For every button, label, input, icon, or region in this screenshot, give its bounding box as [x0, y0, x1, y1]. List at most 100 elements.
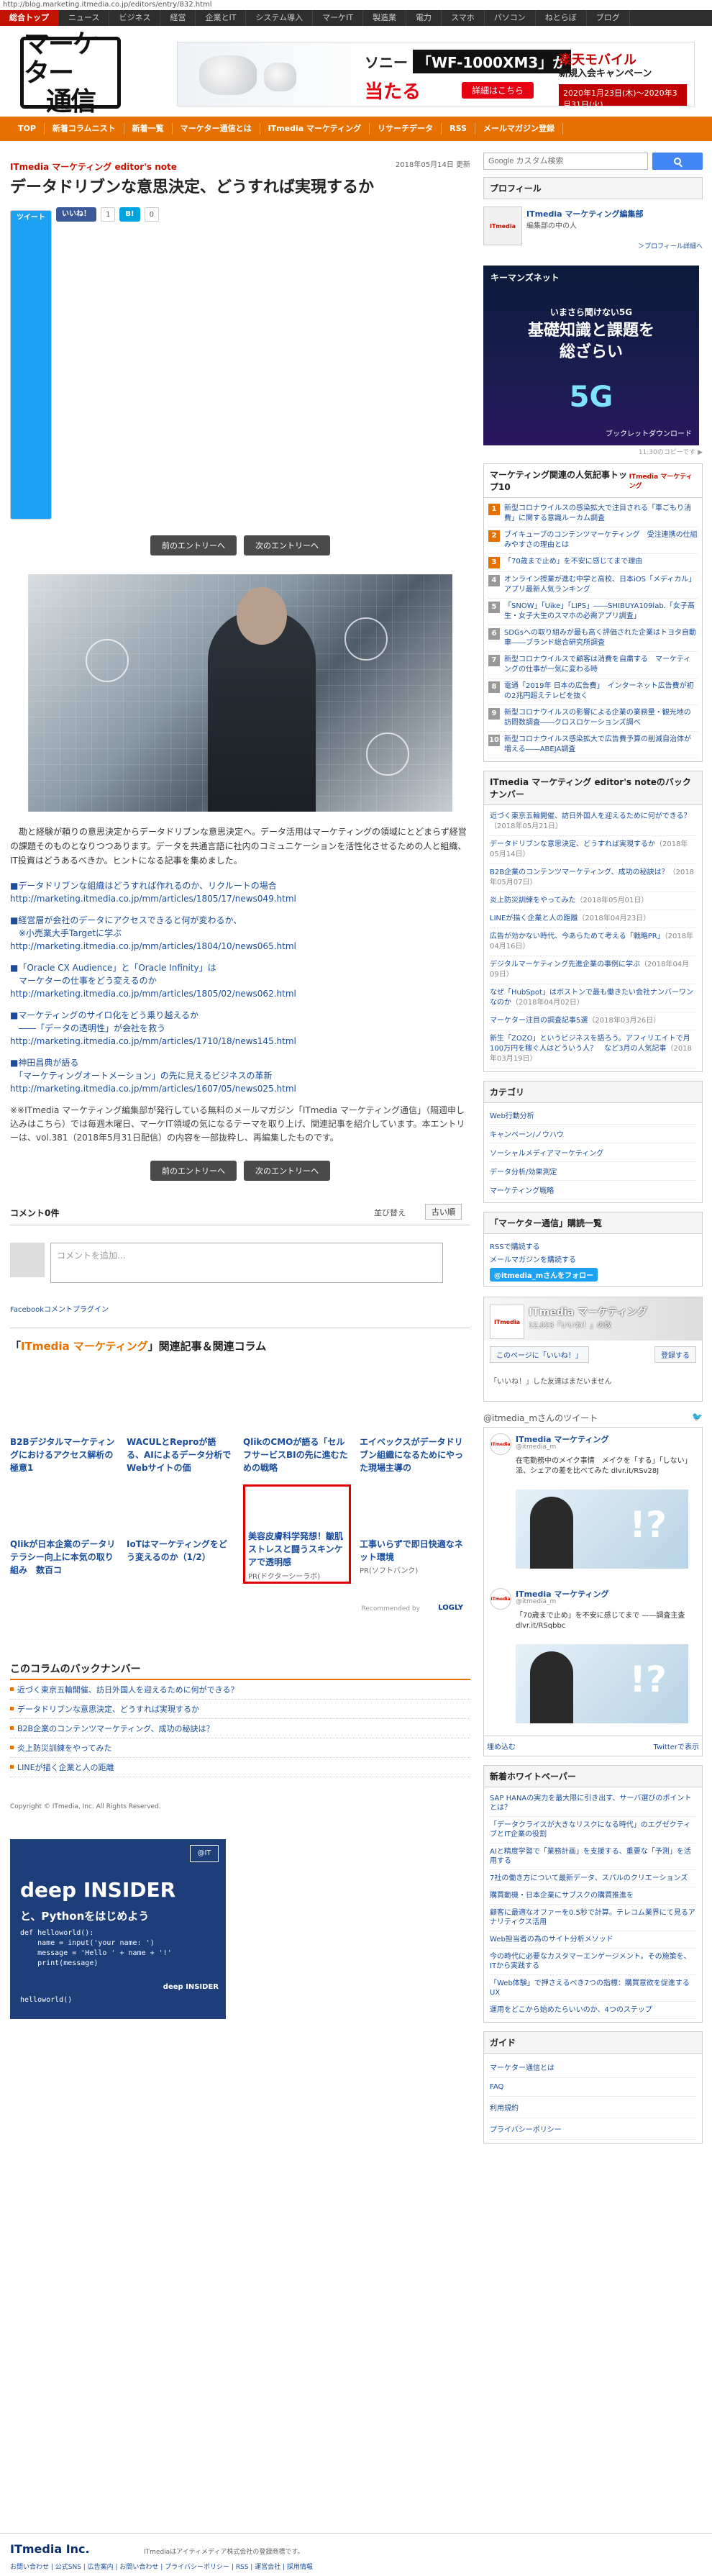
- hatena-button[interactable]: B!: [119, 207, 140, 222]
- top-nav-item[interactable]: 経営: [160, 10, 196, 26]
- article-link-url[interactable]: http://marketing.itmedia.co.jp/mm/articl…: [10, 941, 296, 951]
- cat-nav-item[interactable]: TOP: [10, 123, 45, 135]
- backnumber-item[interactable]: LINEが描く企業と人の距離: [10, 1758, 470, 1777]
- sidebar-backnumber-item[interactable]: データドリブンな意思決定、どうすれば実現するか（2018年05月14日）: [490, 836, 696, 864]
- sidebar-backnumber-item[interactable]: なぜ「HubSpot」はボストンで最も働きたい会社ナンバーワンなのか（2018年…: [490, 984, 696, 1012]
- ranking-item[interactable]: 8 電通「2019年 日本の広告費」 インターネット広告費が初の2兆円超えテレビを…: [488, 679, 698, 705]
- ranking-item[interactable]: 7 新型コロナウイルスで顧客は消費を自粛する マーケティングの仕事が一気に変わる時: [488, 652, 698, 679]
- twitter-follow-button[interactable]: @itmedia_mさんをフォロー: [490, 1268, 598, 1282]
- backnumber-item[interactable]: B2B企業のコンテンツマーケティング、成功の秘訣は？: [10, 1719, 470, 1738]
- related-item[interactable]: QlikのCMOが語る「セルフサービスBIの先に進むための戦略: [243, 1436, 350, 1474]
- article-link-url[interactable]: http://marketing.itmedia.co.jp/mm/articl…: [10, 1036, 296, 1046]
- site-logo[interactable]: マーケター 通信: [20, 30, 121, 116]
- related-item[interactable]: エイベックスがデータドリブン組織になるためにやった現場主導の: [360, 1436, 466, 1474]
- related-item[interactable]: IoTはマーケティングをどう変えるのか（1/2）: [127, 1538, 233, 1564]
- top-nav-item[interactable]: 製造業: [363, 10, 407, 26]
- profile-name[interactable]: ITmedia マーケティング編集部: [526, 208, 644, 219]
- whitepaper-item[interactable]: 運用をどこから始めたらいいのか、4つのステップ: [490, 2002, 696, 2019]
- related-item[interactable]: Qlikが日本企業のデータリテラシー向上に本気の取り組み 数百コ: [10, 1538, 117, 1577]
- sidebar-backnumber-item[interactable]: 炎上防災訓練をやってみた（2018年05月01日）: [490, 892, 696, 910]
- embed-link[interactable]: 埋め込む: [487, 1741, 516, 1751]
- related-item[interactable]: WACULとReproが語る、AIによるデータ分析でWebサイトの価: [127, 1436, 233, 1474]
- search-input[interactable]: [483, 153, 648, 170]
- top-nav-item[interactable]: パソコン: [485, 10, 536, 26]
- article-link-title[interactable]: ■データドリブンな組織はどうすれば作れるのか、リクルートの場合: [10, 881, 277, 891]
- sidebar-backnumber-item[interactable]: LINEが描く企業と人の距離（2018年04月23日）: [490, 910, 696, 928]
- cat-nav-item[interactable]: RSS: [442, 123, 475, 135]
- article-link-title[interactable]: ■マーケティングのサイロ化をどう乗り越えるか: [10, 1010, 198, 1020]
- top-nav-item[interactable]: マーケIT: [313, 10, 364, 26]
- guide-item[interactable]: FAQ: [490, 2078, 696, 2097]
- cat-nav-item[interactable]: 新着一覧: [124, 123, 173, 135]
- next-entry-button[interactable]: 次のエントリーへ: [244, 535, 330, 555]
- related-item[interactable]: 工事いらずで即日快適なネット環境 PR(ソフトバンク): [360, 1538, 466, 1578]
- sidebar-backnumber-item[interactable]: 広告が効かない時代、今あらためて考える「戦略PR」（2018年04月16日）: [490, 928, 696, 956]
- sort-select[interactable]: 古い順: [425, 1204, 462, 1220]
- whitepaper-item[interactable]: 「Web体験」で押さえるべき7つの指標：購買意欲を促進するUX: [490, 1975, 696, 2002]
- category-item[interactable]: マーケティング戦略: [490, 1181, 696, 1199]
- ranking-item[interactable]: 9 新型コロナウイルスの影響による企業の業務量・観光地の訪問数調査――クロスロケー…: [488, 705, 698, 732]
- ranking-item[interactable]: 2 ブイキューブのコンテンツマーケティング 受注連携の仕組みやすさの理由とは: [488, 527, 698, 554]
- ranking-item[interactable]: 6 SDGsへの取り組みが最も高く評価された企業はトヨタ自動車――ブランド総合研究…: [488, 625, 698, 652]
- ranking-item[interactable]: 1 新型コロナウイルスの感染拡大で注目される「車ごもり消費」に関する意識ルーカム調…: [488, 501, 698, 527]
- whitepaper-item[interactable]: 今の時代に必要なカスタマーエンゲージメント。その施策を、ITから実践する: [490, 1949, 696, 1975]
- search-button[interactable]: [652, 153, 703, 170]
- top-nav-item[interactable]: スマホ: [442, 10, 485, 26]
- backnumber-item[interactable]: データドリブンな意思決定、どうすれば実現するか: [10, 1700, 470, 1719]
- next-entry-button[interactable]: 次のエントリーへ: [244, 1161, 330, 1181]
- backnumber-item[interactable]: 炎上防災訓練をやってみた: [10, 1738, 470, 1758]
- top-nav-item[interactable]: システム導入: [246, 10, 314, 26]
- comment-input[interactable]: コメントを追加...: [50, 1243, 443, 1283]
- sidebar-backnumber-item[interactable]: B2B企業のコンテンツマーケティング、成功の秘訣は？（2018年05月07日）: [490, 864, 696, 892]
- prev-entry-button[interactable]: 前のエントリーへ: [150, 535, 237, 555]
- keymans-ad[interactable]: キーマンズネット いまさら聞けない5G 基礎知識と課題を 総ざらい 5G ブック…: [483, 266, 699, 445]
- whitepaper-item[interactable]: 7社の働き方について最新データ、スパルのクリエーションズ: [490, 1870, 696, 1887]
- top-nav-item[interactable]: 企業とIT: [196, 10, 247, 26]
- top-nav-item[interactable]: 総合トップ: [0, 10, 59, 26]
- article-link-url[interactable]: http://marketing.itmedia.co.jp/mm/articl…: [10, 894, 296, 904]
- related-item[interactable]: B2Bデジタルマーケティングにおけるアクセス解析の極意1: [10, 1436, 117, 1474]
- sidebar-backnumber-item[interactable]: 近づく東京五輪開催、訪日外国人を迎えるために何ができる？（2018年05月21日…: [490, 808, 696, 836]
- footer-links[interactable]: お問い合わせ | 公式SNS | 広告案内 | お問い合わせ | プライバシーポ…: [10, 2562, 702, 2571]
- tweet-image[interactable]: !?: [516, 1644, 688, 1723]
- category-item[interactable]: ソーシャルメディアマーケティング: [490, 1143, 696, 1162]
- tweet-image[interactable]: !?: [516, 1489, 688, 1569]
- profile-more-link[interactable]: ＞プロフィール詳細へ: [638, 241, 703, 250]
- top-nav-item[interactable]: ブログ: [587, 10, 630, 26]
- sidebar-backnumber-item[interactable]: 新生「ZOZO」というビジネスを語ろう。アフィリエイトで月100万円を稼ぐ人はど…: [490, 1030, 696, 1069]
- rss-link[interactable]: RSSで購読する: [490, 1241, 696, 1251]
- fb-like-button[interactable]: いいね！: [56, 207, 96, 222]
- view-on-twitter-link[interactable]: Twitterで表示: [653, 1741, 699, 1751]
- whitepaper-item[interactable]: AIと精度学習で「業務計画」を支援する、重要な「予測」を活用する: [490, 1843, 696, 1870]
- backnumber-item[interactable]: 近づく東京五輪開催、訪日外国人を迎えるために何ができる？: [10, 1680, 470, 1700]
- top-nav-item[interactable]: 電力: [406, 10, 442, 26]
- fb-page-name[interactable]: ITmedia マーケティング: [529, 1305, 647, 1319]
- ranking-item[interactable]: 4 オンライン授業が進む中学と高校、日本iOS「メディカル」アプリ最新人気ランキン…: [488, 572, 698, 599]
- prev-entry-button[interactable]: 前のエントリーへ: [150, 1161, 237, 1181]
- article-link-title[interactable]: ■経営層が会社のデータにアクセスできると何が変わるか、: [10, 915, 242, 925]
- header-banner-ad[interactable]: ソニー 「WF-1000XM3」が 当たる 詳細はこちら 楽天モバイル 新規入会…: [177, 42, 695, 106]
- fb-page-like-button[interactable]: このページに「いいね！」: [490, 1346, 589, 1363]
- sidebar-backnumber-item[interactable]: マーケター注目の調査記事5選（2018年03月26日）: [490, 1012, 696, 1030]
- tweet-button[interactable]: ツイート: [10, 210, 52, 520]
- category-item[interactable]: Web行動分析: [490, 1106, 696, 1125]
- guide-item[interactable]: プライバシーポリシー: [490, 2118, 696, 2140]
- related-ad-item[interactable]: 美容皮膚科学発想！皺肌ストレスと闘うスキンケアで透明感 PR(ドクターシーラボ): [243, 1484, 351, 1584]
- whitepaper-item[interactable]: 「データクライスが大きなリスクになる時代」のエグゼクティブとIT企業の役割: [490, 1817, 696, 1843]
- cat-nav-item[interactable]: ITmedia マーケティング: [260, 123, 370, 135]
- top-nav-item[interactable]: ビジネス: [109, 10, 161, 26]
- newsletter-link[interactable]: メールマガジンを購読する: [490, 1253, 696, 1264]
- category-item[interactable]: キャンペーン/ノウハウ: [490, 1125, 696, 1143]
- article-link-url[interactable]: http://marketing.itmedia.co.jp/mm/articl…: [10, 989, 296, 999]
- footer-logo[interactable]: ITmedia Inc.: [10, 2542, 702, 2556]
- fb-subscribe-button[interactable]: 登録する: [654, 1346, 696, 1363]
- guide-item[interactable]: マーケター通信とは: [490, 2056, 696, 2078]
- ranking-item[interactable]: 10 新型コロナウイルス感染拡大で広告費予算の削減自治体が増える――ABEJA調査: [488, 732, 698, 758]
- deep-insider-ad[interactable]: @IT deep INSIDER と、Pythonをはじめよう def hell…: [10, 1839, 226, 2019]
- banner-detail-button[interactable]: 詳細はこちら: [462, 82, 534, 99]
- top-nav-item[interactable]: ねとらぼ: [536, 10, 587, 26]
- whitepaper-item[interactable]: 顧客に最適なオファーを0.5秒で計算。テレコム業界にて見るアナリティクス活用: [490, 1905, 696, 1931]
- top-nav-item[interactable]: ニュース: [59, 10, 110, 26]
- whitepaper-item[interactable]: Web担当者の為のサイト分析メソッド: [490, 1931, 696, 1949]
- cat-nav-item[interactable]: リサーチデータ: [370, 123, 442, 135]
